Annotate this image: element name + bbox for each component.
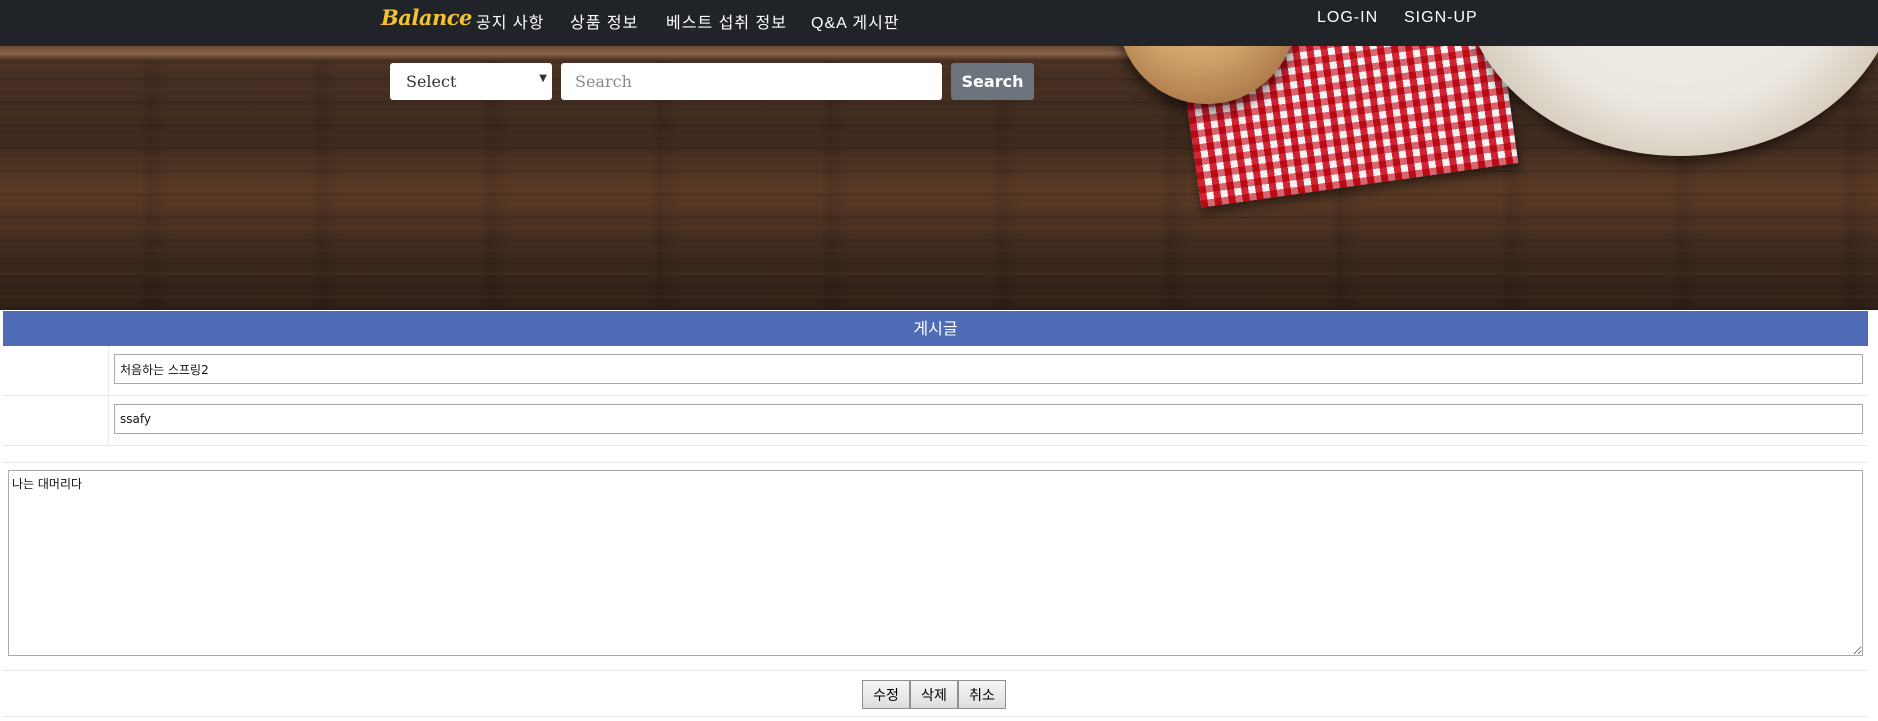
writer-row	[3, 396, 1868, 446]
search-button[interactable]: Search	[951, 63, 1034, 100]
nav-link-notice[interactable]: 공지 사항	[476, 9, 544, 33]
nav-link-products[interactable]: 상품 정보	[570, 9, 638, 33]
title-row	[3, 346, 1868, 396]
caret-down-icon: ▼	[539, 73, 547, 84]
top-navbar: Balance 공지 사항 상품 정보 베스트 섭취 정보 Q&A 게시판 LO…	[0, 0, 1878, 46]
edit-button[interactable]: 수정	[862, 680, 910, 709]
login-link[interactable]: LOG-IN	[1317, 9, 1378, 27]
spacer-row	[3, 446, 1868, 463]
writer-input[interactable]	[114, 404, 1863, 434]
signup-link[interactable]: SIGN-UP	[1404, 9, 1478, 27]
writer-label-cell	[3, 396, 109, 445]
post-form-header: 게시글	[3, 311, 1868, 346]
nav-link-qna[interactable]: Q&A 게시판	[811, 9, 900, 33]
search-category-select[interactable]: Select ▼	[390, 63, 552, 100]
search-category-value: Select	[406, 72, 457, 91]
brand-logo[interactable]: Balance	[381, 5, 472, 30]
search-input[interactable]	[561, 63, 942, 100]
title-label-cell	[3, 346, 109, 395]
content-row: 나는 대머리다	[3, 463, 1868, 670]
nav-link-best-intake[interactable]: 베스트 섭취 정보	[666, 9, 787, 33]
plate-image	[1460, 46, 1878, 156]
post-form: 게시글 나는 대머리다 수정 삭제 취소	[3, 311, 1868, 717]
cancel-button[interactable]: 취소	[958, 680, 1006, 709]
delete-button[interactable]: 삭제	[910, 680, 958, 709]
content-textarea[interactable]: 나는 대머리다	[8, 470, 1863, 656]
form-button-row: 수정 삭제 취소	[3, 670, 1868, 717]
title-input[interactable]	[114, 354, 1863, 384]
